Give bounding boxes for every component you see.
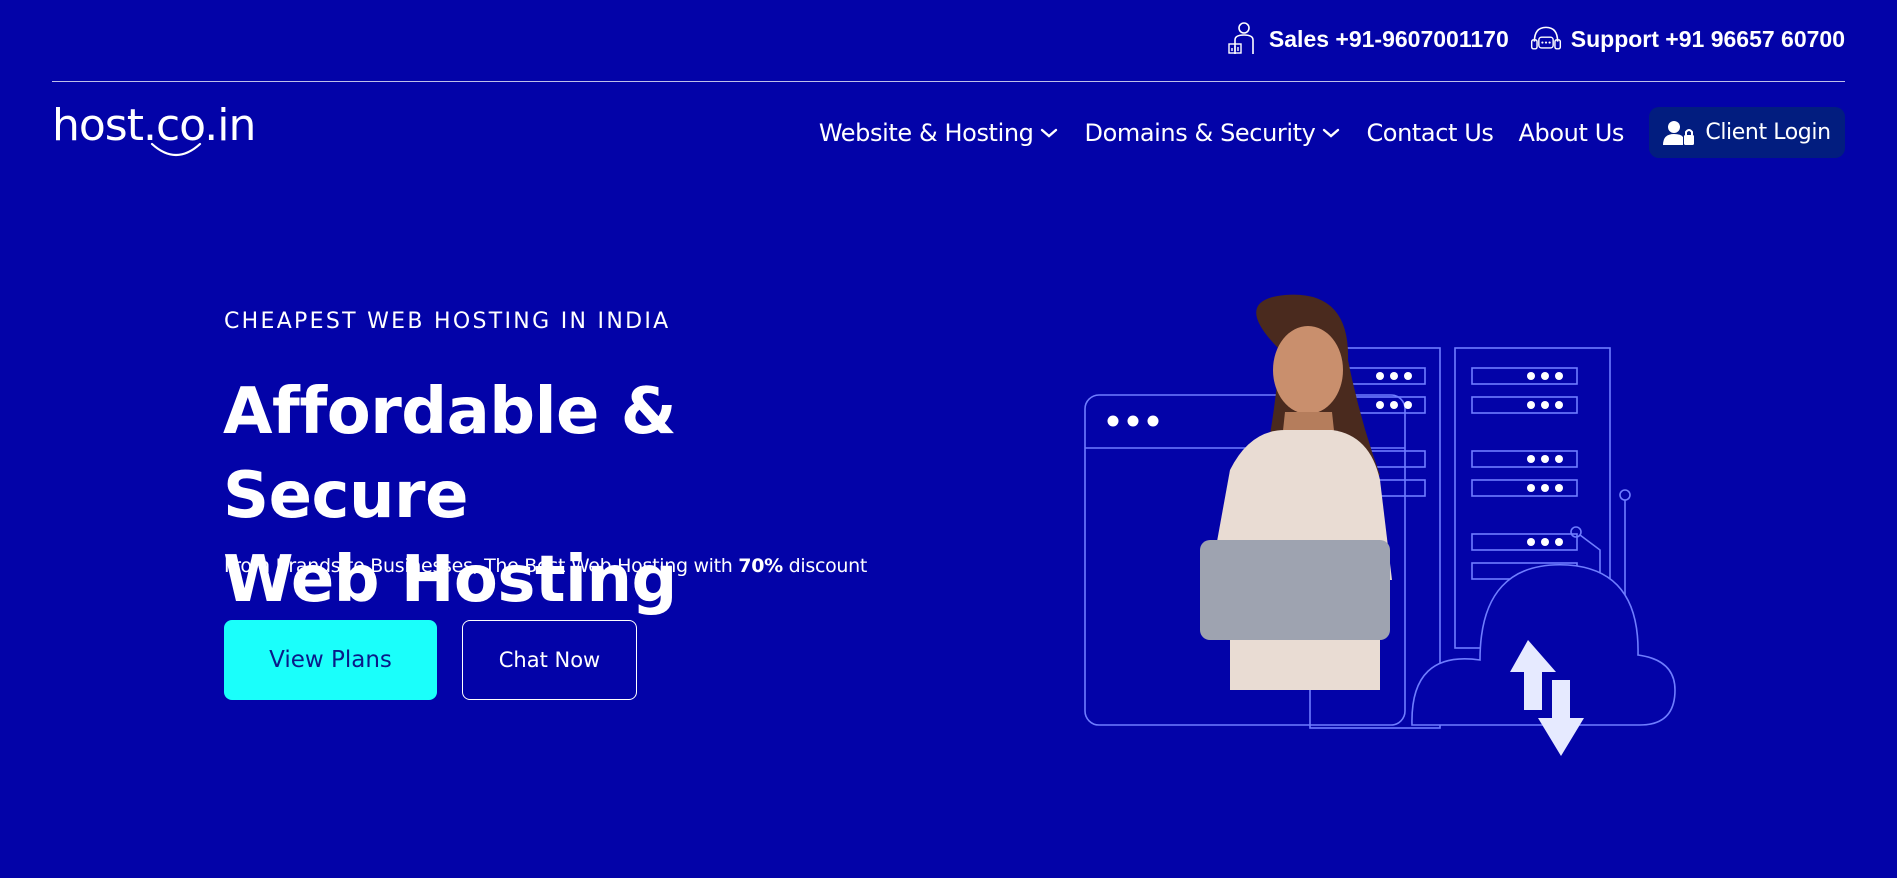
hero-title-line2: Web Hosting: [223, 543, 677, 617]
top-contact-bar: Sales +91-9607001170 Support +91 96657 6…: [52, 0, 1845, 82]
hero-title: Affordable & Secure Web Hosting: [223, 370, 923, 622]
nav-item-about-us[interactable]: About Us: [1518, 118, 1625, 147]
logo-smile-icon: [150, 142, 202, 157]
nav-item-label: Contact Us: [1366, 118, 1494, 147]
hero-illustration: [1084, 294, 1676, 756]
hero-eyebrow: CHEAPEST WEB HOSTING IN INDIA: [224, 309, 671, 334]
nav-item-domains-security[interactable]: Domains & Security: [1084, 119, 1341, 147]
client-login-button[interactable]: Client Login: [1649, 107, 1845, 158]
chevron-down-icon: [1323, 128, 1340, 138]
nav-item-label: Website & Hosting: [818, 118, 1034, 147]
nav-item-contact-us[interactable]: Contact Us: [1366, 119, 1493, 147]
hero-subtitle-pre: From Brands to Businesses, The Best Web …: [224, 555, 739, 577]
woman-with-laptop-figure: [1200, 294, 1392, 690]
support-label: Support +91 96657 60700: [1570, 25, 1845, 52]
chevron-down-icon: [1041, 128, 1058, 138]
logo[interactable]: host.co.in: [52, 104, 256, 157]
chat-now-button[interactable]: Chat Now: [462, 620, 637, 700]
contact-group: Sales +91-9607001170 Support +91 96657 6…: [1227, 20, 1845, 58]
support-contact[interactable]: Support +91 96657 60700: [1529, 20, 1845, 58]
nav-item-label: Domains & Security: [1084, 118, 1316, 147]
hero-subtitle: From Brands to Businesses, The Best Web …: [224, 555, 867, 577]
view-plans-button[interactable]: View Plans: [224, 620, 437, 700]
nav-item-label: About Us: [1518, 118, 1625, 147]
user-lock-icon: [1663, 120, 1695, 145]
headset-icon: [1530, 26, 1561, 50]
hero-title-line1: Affordable & Secure: [223, 375, 677, 533]
hero-subtitle-post: discount: [782, 555, 868, 577]
sales-person-icon: [1228, 22, 1254, 54]
nav-item-website-hosting[interactable]: Website & Hosting: [819, 119, 1060, 147]
sales-contact[interactable]: Sales +91-9607001170: [1227, 20, 1509, 58]
sales-label: Sales +91-9607001170: [1268, 25, 1509, 52]
main-navigation: host.co.in Website & Hosting Domains & S…: [52, 104, 1845, 164]
nav-menu: Website & Hosting Domains & Security Con…: [819, 107, 1845, 158]
hero-subtitle-discount: 70%: [738, 555, 783, 577]
client-login-label: Client Login: [1705, 120, 1831, 145]
